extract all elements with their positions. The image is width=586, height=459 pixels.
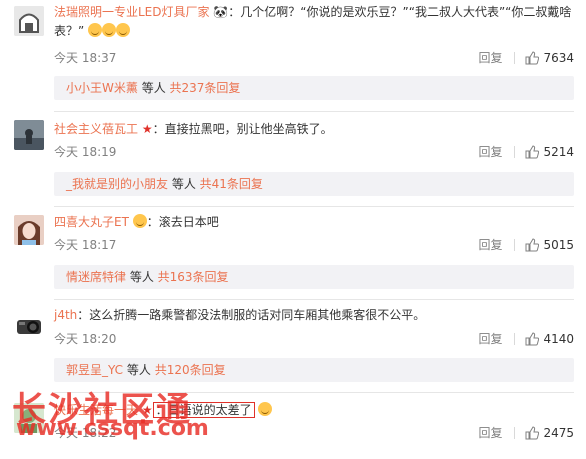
divider [514,145,516,158]
reply-button[interactable]: 回复 [478,330,502,347]
thumbs-up-icon [525,237,540,251]
comment-text-line: j4th：这么折腾一路乘警都没法制服的话对同车厢其他乘客很不公平。 [54,306,576,325]
reply-button[interactable]: 回复 [478,424,502,441]
comment-username[interactable]: j4th [54,308,77,322]
thumbs-up-icon [525,425,540,439]
emoji-badge-icon [132,214,147,228]
sub-replies-summary[interactable]: 郭昱呈_YC 等人 共120条回复 [54,358,574,382]
comment-text: ：直接拉黑吧，别让他坐高铁了。 [152,122,333,136]
comment-text: ：滚去日本吧 [146,215,219,229]
comment-time: 今天 18:17 [54,238,117,252]
comment-text-line: 四喜大丸子ET ：滚去日本吧 [54,213,576,232]
sub-reply-username[interactable]: 情迷席特律 [66,270,126,284]
like-button[interactable]: 5015 [525,238,574,252]
laughing-emoji-icon [102,23,117,37]
comment-username[interactable]: 四喜大丸子ET [54,215,129,229]
reply-count-link[interactable]: 共237条回复 [170,81,241,95]
like-button[interactable]: 7634 [525,51,574,65]
comment-time: 今天 18:20 [54,332,117,346]
divider [514,332,516,345]
sub-replies-summary[interactable]: 小小王W米薰 等人 共237条回复 [54,76,574,100]
avatar[interactable] [14,6,44,36]
like-button[interactable]: 2475 [525,426,574,440]
sub-reply-text: 等人 [123,363,155,377]
panda-icon: 🐼 [213,5,229,19]
divider [514,238,516,251]
star-badge-icon: ★ [141,122,153,136]
comment-time: 今天 18:37 [54,51,117,65]
comment-username[interactable]: 法瑞照明一专业LED灯具厂家 [54,5,210,19]
thumbs-up-icon [525,144,540,158]
comment-text-line: 法瑞照明一专业LED灯具厂家 🐼：几个亿啊？“你说的是欢乐豆？”“我二叔人大代表… [54,3,576,41]
comment-actions: 回复 4140 [478,330,574,347]
avatar[interactable] [14,312,44,342]
thumbs-up-icon [525,331,540,345]
divider [54,206,574,207]
smirk-emoji-icon [258,402,273,416]
reply-button[interactable]: 回复 [478,143,502,160]
sub-replies-summary[interactable]: _我就是别的小朋友 等人 共41条回复 [54,172,574,196]
like-count: 5015 [543,237,574,252]
divider [514,426,516,439]
comment-actions: 回复 2475 [478,424,574,441]
sub-reply-username[interactable]: _我就是别的小朋友 [66,177,168,191]
like-count: 4140 [543,331,574,346]
reply-count-link[interactable]: 共163条回复 [158,270,229,284]
sub-reply-username[interactable]: 郭昱呈_YC [66,363,123,377]
comment-actions: 回复 7634 [478,49,574,66]
reply-button[interactable]: 回复 [478,49,502,66]
watermark-url: www.cssqt.com [16,416,209,441]
reply-count-link[interactable]: 共41条回复 [200,177,263,191]
like-button[interactable]: 4140 [525,332,574,346]
sub-reply-text: 等人 [137,81,170,95]
avatar[interactable] [14,120,44,150]
like-button[interactable]: 5214 [525,145,574,159]
comment-username[interactable]: 社会主义蓓瓦工 [54,122,138,136]
divider [54,111,574,112]
comment-actions: 回复 5015 [478,236,574,253]
divider [54,299,574,300]
like-count: 7634 [543,50,574,65]
sub-replies-summary[interactable]: 情迷席特律 等人 共163条回复 [54,265,574,289]
like-count: 2475 [543,425,574,440]
comment-text-line: 社会主义蓓瓦工 ★：直接拉黑吧，别让他坐高铁了。 [54,120,576,139]
thumbs-up-icon [525,50,540,64]
divider [514,51,516,64]
laughing-emoji-icon [116,23,131,37]
sub-reply-text: 等人 [168,177,200,191]
comment-time: 今天 18:19 [54,145,117,159]
sub-reply-username[interactable]: 小小王W米薰 [66,81,138,95]
reply-button[interactable]: 回复 [478,236,502,253]
like-count: 5214 [543,144,574,159]
comment-actions: 回复 5214 [478,143,574,160]
avatar[interactable] [14,215,44,245]
reply-count-link[interactable]: 共120条回复 [155,363,226,377]
comment-text: ：这么折腾一路乘警都没法制服的话对同车厢其他乘客很不公平。 [77,308,426,322]
laughing-emoji-icon [88,23,103,37]
sub-reply-text: 等人 [126,270,158,284]
